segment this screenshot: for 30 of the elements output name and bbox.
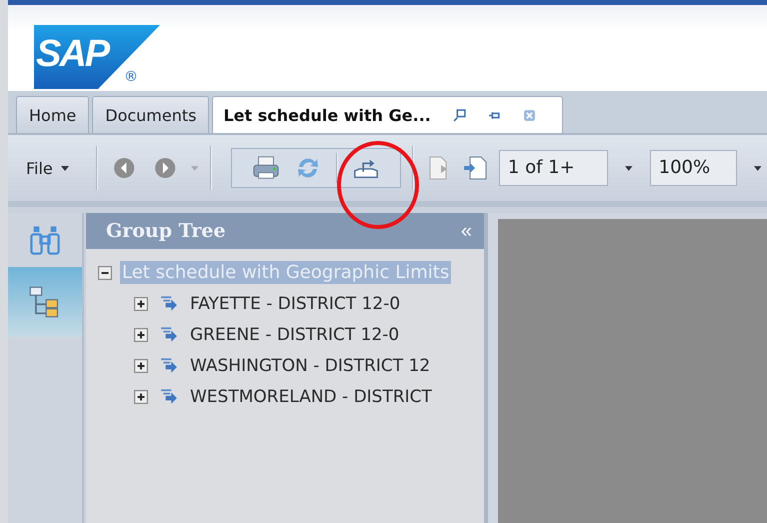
- group-arrow-icon: [160, 326, 178, 344]
- caret-icon: [60, 166, 69, 170]
- tab[interactable]: Let schedule with Ge...: [212, 96, 563, 133]
- forward-icon[interactable]: [154, 156, 176, 180]
- page-field[interactable]: 1 of 1+: [498, 150, 608, 186]
- expand-icon[interactable]: [134, 390, 148, 404]
- group-arrow-icon: [160, 388, 178, 406]
- expand-icon[interactable]: [134, 328, 148, 342]
- panel-title: Group Tree: [106, 220, 226, 242]
- caret-icon[interactable]: [754, 166, 762, 170]
- caret-icon[interactable]: [625, 166, 633, 170]
- rail-tab[interactable]: [8, 267, 82, 337]
- page-arrow-icon[interactable]: [462, 155, 488, 181]
- tree-item[interactable]: GREENE - DISTRICT 12-0: [190, 324, 400, 344]
- tree-item[interactable]: WASHINGTON - DISTRICT 12: [190, 356, 430, 376]
- collapse-icon[interactable]: [98, 266, 112, 280]
- group-arrow-icon: [160, 356, 178, 374]
- tree-item[interactable]: FAYETTE - DISTRICT 12-0: [190, 294, 400, 314]
- printer-icon[interactable]: [252, 155, 280, 181]
- tab[interactable]: Documents: [92, 96, 210, 133]
- zoom-field[interactable]: 100%: [650, 150, 737, 186]
- restore-icon[interactable]: [452, 108, 466, 122]
- expand-icon[interactable]: [134, 358, 148, 372]
- tree-item[interactable]: WESTMORELAND - DISTRICT: [190, 386, 432, 406]
- file-menu[interactable]: File: [12, 152, 85, 184]
- expand-icon[interactable]: [134, 296, 148, 310]
- group-arrow-icon: [160, 294, 178, 312]
- tab[interactable]: Home: [16, 96, 90, 133]
- sap-logo: SAP ®: [34, 25, 160, 89]
- back-icon[interactable]: [112, 156, 136, 180]
